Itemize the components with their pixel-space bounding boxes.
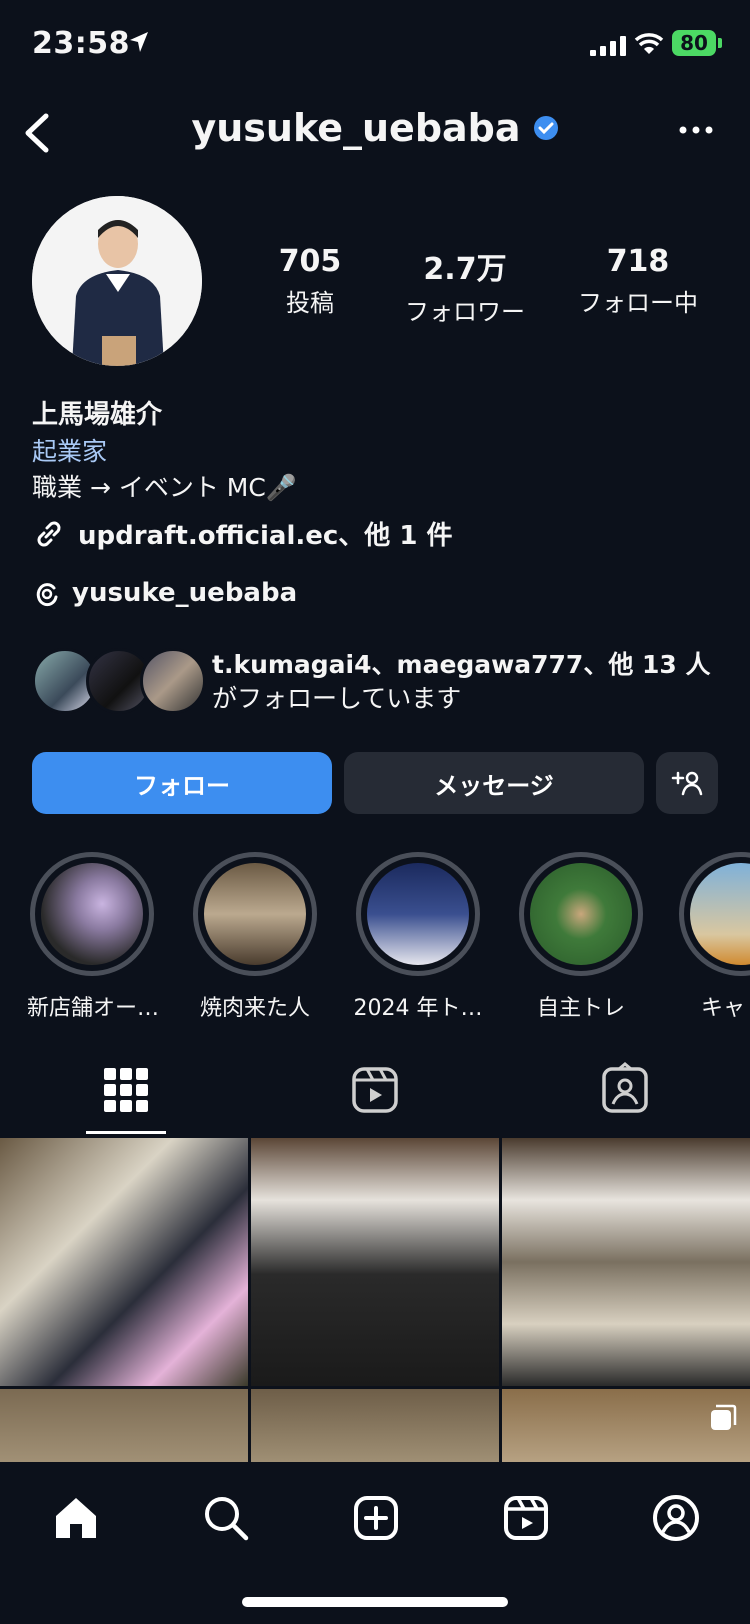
post-thumbnail[interactable] — [251, 1389, 499, 1462]
mutual-line-2: がフォローしています — [212, 684, 462, 713]
highlight-ring — [193, 852, 317, 976]
highlight-item[interactable]: 2024 年ト… — [353, 852, 483, 1022]
post-thumbnail[interactable] — [0, 1138, 248, 1386]
profile-avatar[interactable] — [32, 196, 202, 366]
reels-nav-icon[interactable] — [500, 1492, 552, 1544]
threads-icon — [36, 583, 58, 607]
stat-following-value: 718 — [606, 244, 670, 279]
highlight-label: 自主トレ — [536, 996, 625, 1021]
threads-username: yusuke_uebaba — [72, 578, 298, 608]
wifi-icon — [634, 33, 664, 54]
profile-link-text: updraft.official.ec、他 1 件 — [78, 521, 453, 551]
highlight-item[interactable]: 焼肉来た人 — [190, 852, 320, 1022]
mutual-followers[interactable]: t.kumagai4、maegawa777、他 13 人 がフォローしています — [32, 648, 722, 718]
highlight-ring — [356, 852, 480, 976]
location-arrow-icon — [130, 32, 148, 52]
highlight-item[interactable]: 自主トレ — [516, 852, 646, 1022]
grid-icon[interactable] — [96, 1060, 156, 1120]
highlight-label: キャ — [701, 996, 746, 1021]
header-title: yusuke_uebaba — [0, 106, 750, 150]
battery-indicator: 80 — [672, 30, 716, 56]
post-thumbnail[interactable] — [502, 1138, 750, 1386]
stat-posts-value: 705 — [278, 244, 342, 279]
highlight-cover — [41, 863, 143, 965]
home-icon[interactable] — [50, 1492, 102, 1544]
avatar-photo — [32, 196, 202, 366]
header-username: yusuke_uebaba — [191, 106, 521, 150]
status-bar: 23:58 80 — [0, 0, 750, 90]
more-icon[interactable] — [678, 118, 714, 142]
highlight-ring — [519, 852, 643, 976]
active-tab-indicator — [86, 1131, 166, 1134]
stat-posts-label: 投稿 — [286, 289, 334, 317]
stat-following-label: フォロー中 — [578, 289, 698, 317]
add-person-icon — [671, 771, 703, 796]
post-grid — [0, 1138, 750, 1462]
profile-bio: 職業 → イベント MC🎤 — [32, 473, 297, 502]
profile-icon[interactable] — [650, 1492, 702, 1544]
mutual-avatars — [32, 648, 206, 714]
tagged-icon[interactable] — [595, 1060, 655, 1120]
highlight-cover — [530, 863, 632, 965]
post-thumbnail[interactable] — [251, 1138, 499, 1386]
stat-following[interactable]: 718 フォロー中 — [568, 244, 708, 318]
stat-followers[interactable]: 2.7万 フォロワー — [390, 244, 540, 327]
stat-followers-value: 2.7万 — [423, 252, 507, 287]
message-button[interactable]: メッセージ — [344, 752, 644, 814]
link-icon — [37, 521, 61, 546]
profile-name: 上馬場雄介 — [32, 400, 163, 430]
follow-button[interactable]: フォロー — [32, 752, 332, 814]
profile-category[interactable]: 起業家 — [32, 432, 107, 468]
profile-link[interactable]: updraft.official.ec、他 1 件 — [32, 515, 452, 552]
highlight-cover — [204, 863, 306, 965]
carousel-icon — [711, 1404, 737, 1430]
signal-icon — [590, 36, 626, 56]
search-icon[interactable] — [200, 1492, 252, 1544]
highlight-label: 焼肉来た人 — [199, 996, 310, 1021]
mutual-followers-text: t.kumagai4、maegawa777、他 13 人 がフォローしています — [212, 648, 722, 716]
highlight-cover — [367, 863, 469, 965]
create-icon[interactable] — [350, 1492, 402, 1544]
post-thumbnail[interactable] — [502, 1389, 750, 1462]
threads-link[interactable]: yusuke_uebaba — [32, 578, 297, 608]
status-time: 23:58 — [32, 26, 130, 61]
reels-icon[interactable] — [345, 1060, 405, 1120]
post-thumbnail[interactable] — [0, 1389, 248, 1462]
highlight-ring — [30, 852, 154, 976]
battery-tip — [718, 38, 722, 48]
verified-icon — [533, 116, 558, 140]
mutual-line-1: t.kumagai4、maegawa777、他 13 人 — [212, 650, 711, 679]
stat-posts[interactable]: 705 投稿 — [250, 244, 370, 318]
highlight-ring — [679, 852, 750, 976]
stat-followers-label: フォロワー — [405, 298, 525, 326]
highlight-cover — [690, 863, 750, 965]
highlight-label: 新店舗オー… — [27, 996, 157, 1021]
highlight-label: 2024 年ト… — [353, 996, 483, 1021]
highlight-item[interactable]: 新店舗オー… — [27, 852, 157, 1022]
mutual-avatar — [140, 648, 206, 714]
home-indicator — [242, 1597, 508, 1607]
suggested-users-button[interactable] — [656, 752, 718, 814]
highlight-item[interactable]: キャ — [679, 852, 750, 1022]
